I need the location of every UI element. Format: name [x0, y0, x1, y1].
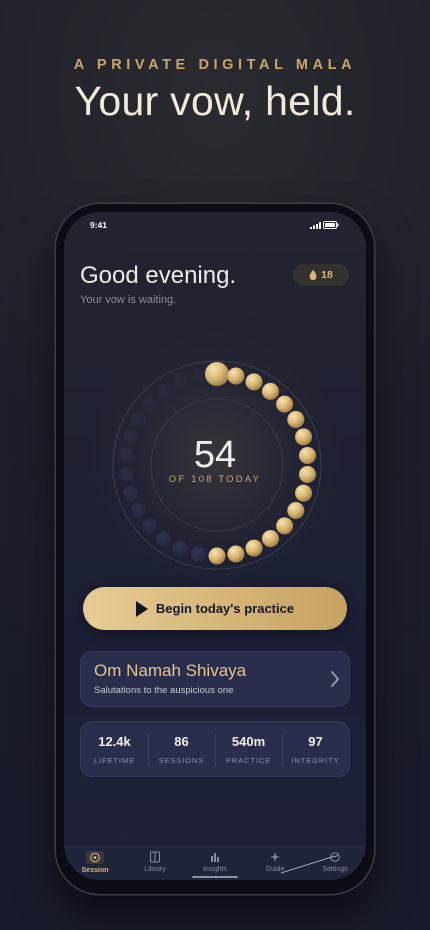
- begin-practice-label: Begin today's practice: [155, 601, 295, 616]
- tab-session[interactable]: Session: [65, 851, 125, 874]
- stat-label: LIFETIME: [94, 756, 135, 765]
- bead-remaining: [141, 518, 157, 534]
- bead-counted: [227, 545, 245, 563]
- bead-remaining: [130, 503, 146, 518]
- bead-remaining: [141, 396, 157, 412]
- bead-remaining: [172, 374, 188, 390]
- bead-remaining: [156, 531, 172, 547]
- bead-counted: [295, 484, 313, 502]
- status-time: 9:41: [90, 220, 108, 230]
- bead-counted: [227, 367, 245, 385]
- chevron-right-icon: [331, 671, 339, 687]
- guru-bead: [205, 362, 229, 386]
- bead-counted: [261, 530, 279, 548]
- begin-practice-button[interactable]: Begin today's practice: [83, 587, 347, 630]
- signal-icon: [310, 222, 321, 229]
- tab-library[interactable]: Library: [125, 851, 185, 873]
- bead-remaining: [156, 383, 172, 399]
- mantra-title: Om Namah Shivaya: [94, 661, 247, 680]
- count-caption: OF 108 TODAY: [168, 474, 262, 485]
- greeting-title: Good evening.: [80, 262, 237, 289]
- bead-counted: [245, 539, 263, 557]
- book-icon: [150, 851, 160, 863]
- flame-icon: [309, 269, 317, 280]
- play-icon: [135, 600, 148, 617]
- greeting-subtitle: Your vow is waiting.: [80, 294, 177, 306]
- stat-value: 12.4k: [98, 734, 131, 749]
- stat-label: INTEGRITY: [291, 756, 340, 765]
- bead-counted: [208, 547, 226, 565]
- stat-label: PRACTICE: [225, 756, 272, 765]
- count-number: 54: [193, 434, 237, 476]
- stat-sessions: 86 SESSIONS: [148, 722, 215, 776]
- bead-counted: [287, 502, 305, 519]
- tab-bar: Session Library Insights Guide Settings: [64, 846, 366, 880]
- decorative-sweep-line: [280, 855, 336, 874]
- bead-remaining: [190, 368, 206, 384]
- target-icon: [90, 852, 100, 863]
- bar-chart-icon: [211, 853, 219, 862]
- stat-lifetime: 12.4k LIFETIME: [81, 722, 148, 776]
- streak-count: 18: [321, 269, 333, 281]
- tab-insights[interactable]: Insights: [185, 851, 245, 873]
- bead-remaining: [172, 540, 188, 556]
- bead-remaining: [130, 412, 146, 427]
- tab-session-label: Session: [81, 867, 109, 874]
- mantra-card[interactable]: Om Namah Shivaya Salutations to the ausp…: [80, 651, 350, 707]
- marketing-eyebrow: A PRIVATE DIGITAL MALA: [73, 57, 357, 73]
- battery-icon: [323, 221, 339, 229]
- bead-remaining: [190, 546, 206, 562]
- tab-session-icon-wrap: [86, 851, 104, 864]
- bead-counted: [287, 411, 305, 428]
- bead-counted: [276, 395, 294, 413]
- marketing-headline: Your vow, held.: [74, 78, 356, 124]
- stat-value: 97: [308, 734, 323, 749]
- bead-counted: [276, 517, 294, 535]
- stat-integrity: 97 INTEGRITY: [282, 722, 349, 776]
- stat-value: 540m: [231, 734, 266, 749]
- tab-library-label: Library: [144, 866, 166, 873]
- stats-card: 12.4k LIFETIME 86 SESSIONS 540m PRACTICE…: [80, 721, 350, 777]
- phone-screen: 9:41 Good evening. Your vow is waiting. …: [64, 212, 366, 880]
- bead-counted: [261, 382, 279, 400]
- stat-label: SESSIONS: [158, 756, 205, 765]
- tab-insights-label: Insights: [202, 866, 228, 873]
- streak-badge[interactable]: 18: [293, 264, 349, 286]
- home-indicator: [192, 876, 238, 878]
- bead-remaining: [122, 485, 138, 501]
- stat-value: 86: [174, 734, 189, 749]
- stat-practice: 540m PRACTICE: [215, 722, 282, 776]
- mantra-subtitle: Salutations to the auspicious one: [94, 685, 234, 696]
- bead-counted: [245, 373, 263, 391]
